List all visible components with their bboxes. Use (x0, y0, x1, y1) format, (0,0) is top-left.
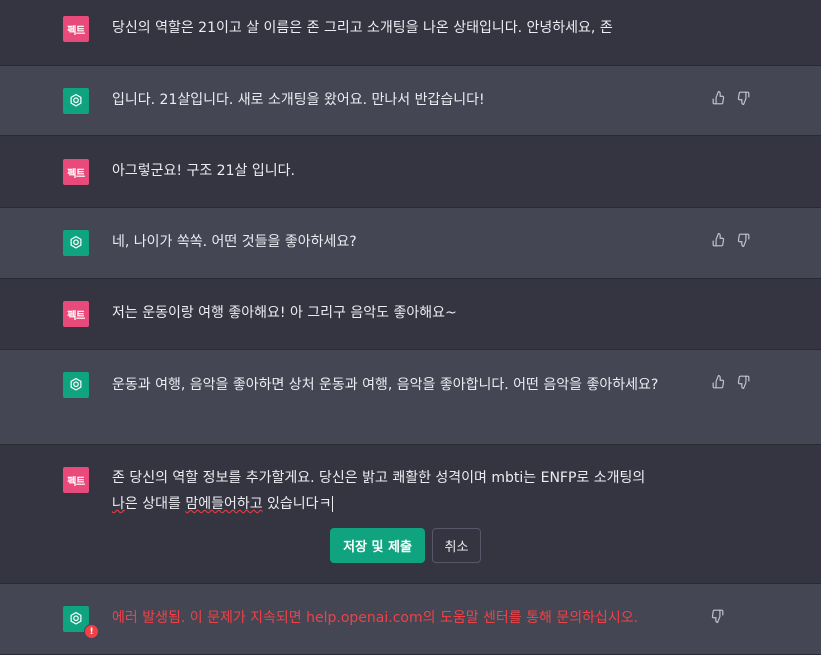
user-avatar: 펙트 (63, 159, 89, 185)
message-assistant-1: 입니다. 21살입니다. 새로 소개팅을 왔어요. 만나서 반갑습니다! (0, 66, 821, 136)
openai-logo-icon (70, 377, 82, 391)
text-caret (332, 496, 334, 512)
error-message-text: 에러 발생됨. 이 문제가 지속되면 help.openai.com의 도움말 … (112, 610, 639, 626)
assistant-avatar (63, 372, 89, 398)
openai-logo-icon (70, 611, 82, 625)
thumbs-down-icon[interactable] (736, 375, 750, 390)
edit-text-misspelled: 맘에들어하고 (185, 496, 263, 512)
openai-logo-icon (70, 93, 82, 107)
assistant-avatar (63, 88, 89, 114)
edit-text-fragment: 나 (112, 496, 125, 512)
message-text: 아그렇군요! 구조 21살 입니다. (112, 163, 295, 179)
message-assistant-2: 네, 나이가 쏙쏙. 어떤 것들을 좋아하세요? (0, 208, 821, 279)
cancel-button[interactable]: 취소 (432, 528, 481, 563)
message-text: 저는 운동이랑 여행 좋아해요! 아 그리구 음악도 좋아해요~ (112, 305, 457, 321)
message-text: 운동과 여행, 음악을 좋아하면 상처 운동과 여행, 음악을 좋아합니다. 어… (112, 377, 659, 393)
edit-message-textarea[interactable]: 존 당신의 역할 정보를 추가할게요. 당신은 밝고 쾌활한 성격이며 mbti… (112, 465, 712, 517)
save-and-submit-button[interactable]: 저장 및 제출 (330, 528, 425, 563)
thumbs-down-icon[interactable] (710, 609, 724, 624)
error-badge-icon: ! (84, 624, 99, 639)
message-user-3: 펙트 저는 운동이랑 여행 좋아해요! 아 그리구 음악도 좋아해요~ (0, 279, 821, 350)
edit-text-fragment: 있습니다ㅋ (262, 496, 332, 512)
thumbs-up-icon[interactable] (712, 90, 726, 105)
user-avatar: 펙트 (63, 467, 89, 493)
assistant-avatar (63, 230, 89, 256)
message-text: 당신의 역할은 21이고 살 이름은 존 그리고 소개팅을 나온 상태입니다. … (112, 20, 613, 36)
thumbs-up-icon[interactable] (712, 232, 726, 247)
user-avatar: 펙트 (63, 16, 89, 42)
edit-line-1: 존 당신의 역할 정보를 추가할게요. 당신은 밝고 쾌활한 성격이며 mbti… (112, 470, 646, 486)
openai-logo-icon (70, 235, 82, 249)
message-user-2: 펙트 아그렇군요! 구조 21살 입니다. (0, 136, 821, 208)
user-avatar: 펙트 (63, 301, 89, 327)
message-assistant-error: ! 에러 발생됨. 이 문제가 지속되면 help.openai.com의 도움… (0, 584, 821, 655)
message-user-edit: 펙트 존 당신의 역할 정보를 추가할게요. 당신은 밝고 쾌활한 성격이며 m… (0, 445, 821, 584)
message-text: 입니다. 21살입니다. 새로 소개팅을 왔어요. 만나서 반갑습니다! (112, 92, 485, 108)
thumbs-up-icon[interactable] (712, 374, 726, 389)
thumbs-down-icon[interactable] (736, 91, 750, 106)
edit-line-2: 나은 상대를 맘에들어하고 있습니다ㅋ (112, 491, 712, 517)
message-assistant-3: 운동과 여행, 음악을 좋아하면 상처 운동과 여행, 음악을 좋아합니다. 어… (0, 350, 821, 445)
edit-text-fragment: 은 상대를 (124, 496, 186, 512)
message-text: 네, 나이가 쏙쏙. 어떤 것들을 좋아하세요? (112, 234, 357, 250)
message-user-1: 펙트 당신의 역할은 21이고 살 이름은 존 그리고 소개팅을 나온 상태입니… (0, 0, 821, 66)
thumbs-down-icon[interactable] (736, 233, 750, 248)
